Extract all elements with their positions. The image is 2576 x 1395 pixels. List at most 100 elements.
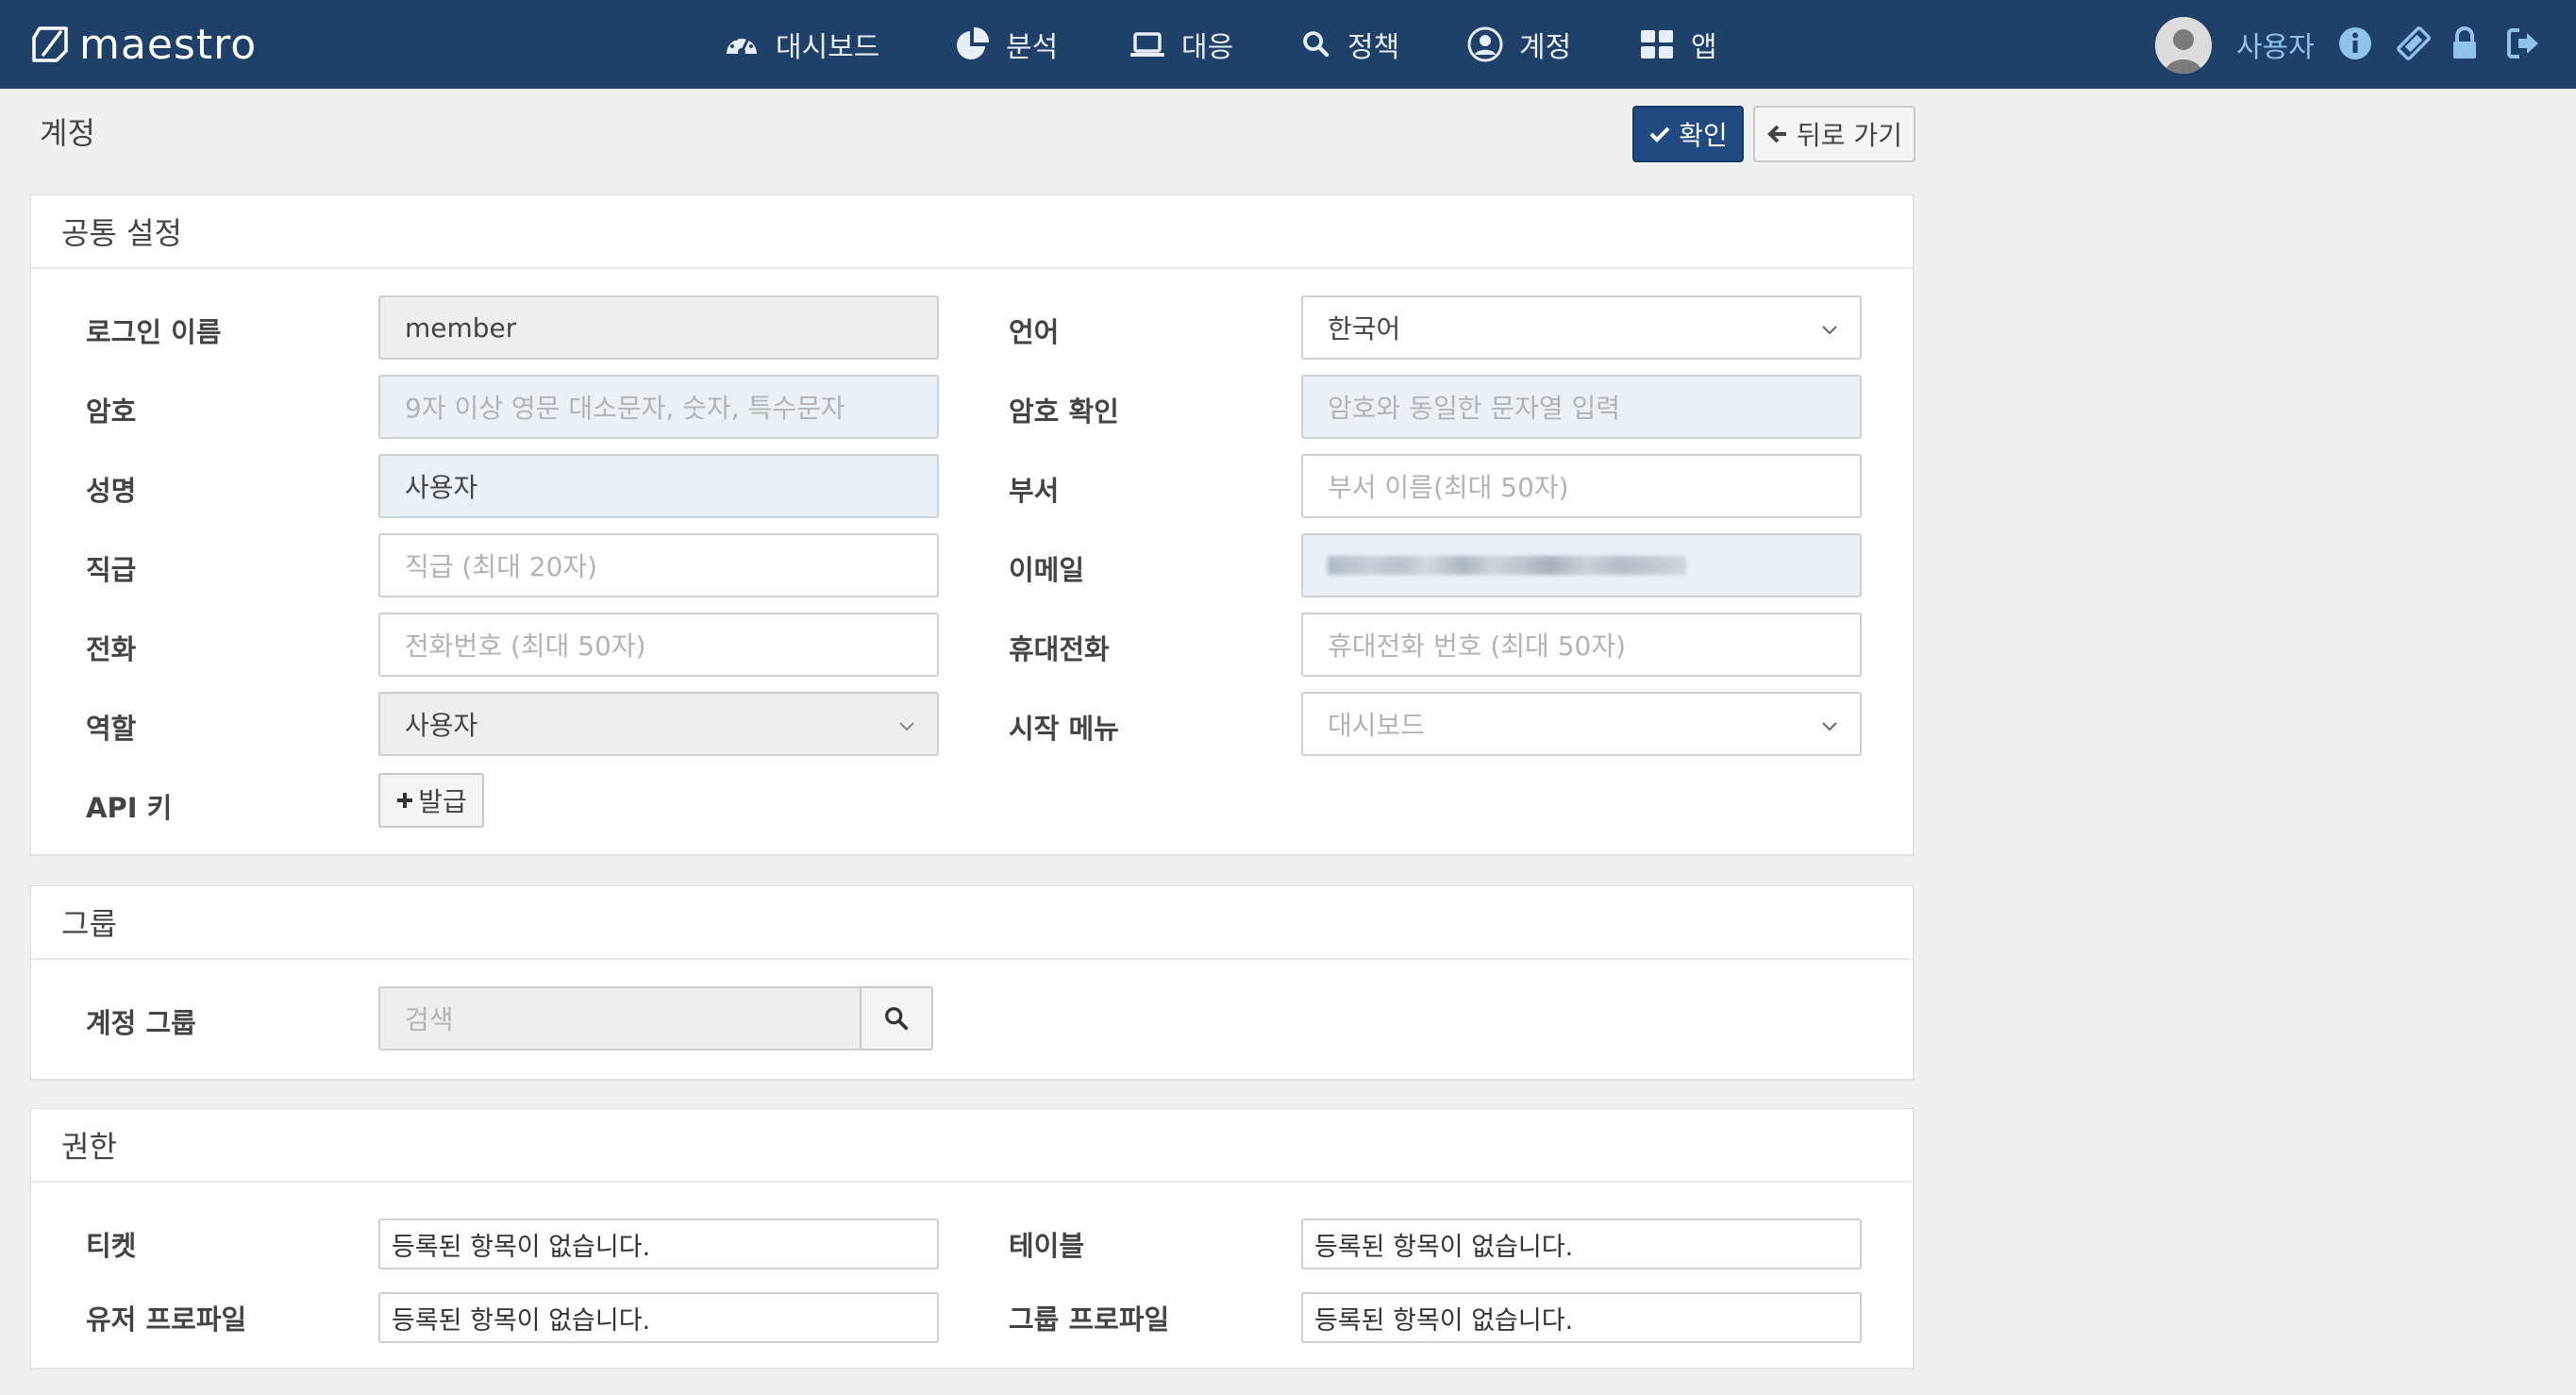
lock-icon[interactable] xyxy=(2446,25,2484,62)
password-placeholder: 9자 이상 영문 대소문자, 숫자, 특수문자 xyxy=(405,393,845,424)
position-field[interactable]: 직급 (최대 20자) xyxy=(378,533,939,597)
mobile-placeholder: 휴대전화 번호 (최대 50자) xyxy=(1328,630,1627,662)
group-profile-label: 그룹 프로파일 xyxy=(1009,1303,1170,1336)
nav-dashboard[interactable]: 대시보드 xyxy=(723,0,879,89)
department-label: 부서 xyxy=(1009,475,1060,507)
ticket-icon[interactable] xyxy=(2395,25,2433,62)
full-name-value: 사용자 xyxy=(405,472,478,503)
user-profile-label: 유저 프로파일 xyxy=(86,1303,247,1336)
group-heading: 그룹 xyxy=(31,886,1913,960)
avatar[interactable] xyxy=(2155,17,2212,74)
search-icon xyxy=(885,1007,909,1031)
arrow-left-icon xyxy=(1767,125,1787,143)
account-group-search-input[interactable]: 검색 xyxy=(378,986,861,1050)
full-name-label: 성명 xyxy=(86,475,137,507)
table-tag-input[interactable]: 등록된 항목이 없습니다. xyxy=(1301,1219,1862,1269)
full-name-field[interactable]: 사용자 xyxy=(378,454,939,518)
role-select: 사용자 xyxy=(378,692,939,756)
password-confirm-field[interactable]: 암호와 동일한 문자열 입력 xyxy=(1301,375,1862,439)
nav-response[interactable]: 대응 xyxy=(1129,0,1233,89)
nav-dashboard-label: 대시보드 xyxy=(776,31,880,64)
check-icon xyxy=(1649,126,1670,143)
nav-response-label: 대응 xyxy=(1181,31,1234,64)
brand-name: maestro xyxy=(79,20,258,69)
account-group-placeholder: 검색 xyxy=(405,1004,454,1035)
ticket-tag-input[interactable]: 등록된 항목이 없습니다. xyxy=(378,1219,939,1269)
permission-panel: 권한 티켓 등록된 항목이 없습니다. 테이블 등록된 항목이 없습니다. 유저… xyxy=(30,1108,1914,1369)
common-settings-heading: 공통 설정 xyxy=(31,195,1913,269)
table-label: 테이블 xyxy=(1009,1230,1085,1262)
login-name-label: 로그인 이름 xyxy=(86,316,222,348)
user-name-link[interactable]: 사용자 xyxy=(2236,0,2315,89)
issue-api-key-label: 발급 xyxy=(418,786,467,817)
back-button-label: 뒤로 가기 xyxy=(1797,120,1902,151)
common-settings-panel: 공통 설정 로그인 이름 member 언어 한국어 암호 9자 이상 영문 대… xyxy=(30,194,1914,855)
chevron-down-icon xyxy=(899,722,914,731)
group-panel: 그룹 계정 그룹 검색 xyxy=(30,885,1914,1080)
phone-label: 전화 xyxy=(86,633,137,665)
api-key-label: API 키 xyxy=(86,792,173,824)
account-group-label: 계정 그룹 xyxy=(86,1007,196,1039)
nav-policy[interactable]: 정책 xyxy=(1300,0,1399,89)
language-value: 한국어 xyxy=(1328,313,1401,345)
nav-account-label: 계정 xyxy=(1519,31,1572,64)
start-menu-select[interactable]: 대시보드 xyxy=(1301,692,1862,756)
maestro-logo-icon xyxy=(32,26,68,62)
search-icon xyxy=(1303,31,1330,58)
nav-policy-label: 정책 xyxy=(1347,31,1400,64)
password-confirm-placeholder: 암호와 동일한 문자열 입력 xyxy=(1328,393,1621,424)
top-navbar: maestro 대시보드 분석 대응 정책 계정 앱 사용자 xyxy=(0,0,2576,89)
logout-icon[interactable] xyxy=(2504,25,2542,62)
back-button[interactable]: 뒤로 가기 xyxy=(1753,106,1915,162)
nav-account[interactable]: 계정 xyxy=(1466,0,1571,89)
user-profile-empty-text: 등록된 항목이 없습니다. xyxy=(392,1305,651,1336)
pie-chart-icon xyxy=(957,26,990,59)
password-field[interactable]: 9자 이상 영문 대소문자, 숫자, 특수문자 xyxy=(378,375,939,439)
email-field[interactable] xyxy=(1301,533,1862,597)
department-placeholder: 부서 이름(최대 50자) xyxy=(1328,472,1569,503)
role-label: 역할 xyxy=(86,713,137,745)
department-field[interactable]: 부서 이름(최대 50자) xyxy=(1301,454,1862,518)
account-group-search-button[interactable] xyxy=(860,986,933,1050)
dashboard-icon xyxy=(727,37,757,56)
password-confirm-label: 암호 확인 xyxy=(1009,395,1119,428)
login-name-field: member xyxy=(378,295,939,360)
mobile-label: 휴대전화 xyxy=(1009,633,1110,665)
brand-logo[interactable]: maestro xyxy=(28,15,257,74)
password-label: 암호 xyxy=(86,395,137,428)
page-title: 계정 xyxy=(40,115,95,151)
group-profile-tag-input[interactable]: 등록된 항목이 없습니다. xyxy=(1301,1292,1862,1343)
plus-icon xyxy=(397,793,413,808)
email-label: 이메일 xyxy=(1009,554,1085,586)
start-menu-value: 대시보드 xyxy=(1328,710,1426,741)
nav-analysis-label: 분석 xyxy=(1006,31,1059,64)
phone-placeholder: 전화번호 (최대 50자) xyxy=(405,630,646,662)
mobile-field[interactable]: 휴대전화 번호 (최대 50자) xyxy=(1301,613,1862,677)
group-profile-empty-text: 등록된 항목이 없습니다. xyxy=(1314,1305,1574,1336)
position-placeholder: 직급 (최대 20자) xyxy=(405,551,598,582)
ticket-empty-text: 등록된 항목이 없습니다. xyxy=(392,1232,651,1262)
laptop-icon xyxy=(1130,32,1164,57)
user-profile-tag-input[interactable]: 등록된 항목이 없습니다. xyxy=(378,1292,939,1343)
nav-apps[interactable]: 앱 xyxy=(1638,0,1717,89)
info-icon[interactable] xyxy=(2336,25,2374,62)
start-menu-label: 시작 메뉴 xyxy=(1009,713,1119,745)
apps-grid-icon xyxy=(1641,30,1673,59)
nav-analysis[interactable]: 분석 xyxy=(953,0,1058,89)
permission-heading: 권한 xyxy=(31,1109,1913,1183)
user-circle-icon xyxy=(1467,26,1503,62)
table-empty-text: 등록된 항목이 없습니다. xyxy=(1314,1232,1574,1262)
chevron-down-icon xyxy=(1822,326,1837,335)
login-name-value: member xyxy=(405,311,517,344)
role-value: 사용자 xyxy=(405,710,478,741)
language-label: 언어 xyxy=(1009,316,1060,348)
ticket-label: 티켓 xyxy=(86,1230,137,1262)
confirm-button[interactable]: 확인 xyxy=(1632,106,1744,162)
confirm-button-label: 확인 xyxy=(1679,120,1728,151)
position-label: 직급 xyxy=(86,554,137,586)
language-select[interactable]: 한국어 xyxy=(1301,295,1862,360)
user-avatar-icon xyxy=(2155,17,2212,74)
issue-api-key-button[interactable]: 발급 xyxy=(378,773,484,828)
nav-apps-label: 앱 xyxy=(1691,31,1717,64)
phone-field[interactable]: 전화번호 (최대 50자) xyxy=(378,613,939,677)
